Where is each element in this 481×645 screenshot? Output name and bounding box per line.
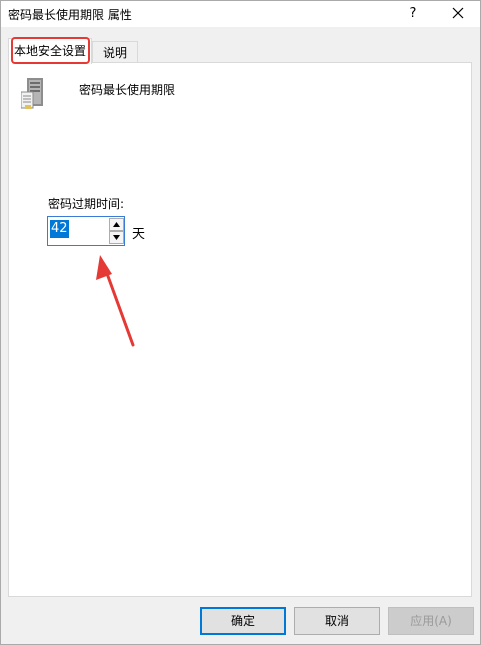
caret-up-icon: [113, 222, 120, 227]
cancel-button[interactable]: 取消: [294, 607, 380, 635]
server-icon: [21, 78, 43, 109]
caret-down-icon: [113, 235, 120, 240]
close-icon: [452, 7, 464, 19]
tab-explain[interactable]: 说明: [92, 41, 138, 63]
title-bar: 密码最长使用期限 属性 ?: [1, 1, 480, 27]
help-button[interactable]: ?: [399, 3, 427, 25]
expire-unit-label: 天: [132, 227, 146, 242]
spin-down-button[interactable]: [109, 231, 124, 244]
expire-days-label: 密码过期时间:: [48, 197, 125, 211]
expire-days-spinbox[interactable]: 42: [47, 216, 125, 246]
window-title: 密码最长使用期限 属性: [8, 8, 132, 22]
close-button[interactable]: [444, 3, 472, 25]
spin-buttons: [109, 217, 124, 245]
ok-button[interactable]: 确定: [200, 607, 286, 635]
properties-dialog: 密码最长使用期限 属性 ? 本地安全设置 说明 密码最长使用期限 密码过期时间:: [0, 0, 481, 645]
annotation-highlight-box: [11, 37, 90, 64]
spin-up-button[interactable]: [109, 218, 124, 231]
policy-name: 密码最长使用期限: [79, 83, 176, 97]
expire-days-input[interactable]: 42: [50, 220, 69, 238]
apply-button[interactable]: 应用(A): [388, 607, 474, 635]
settings-panel: 密码最长使用期限 密码过期时间: 42 天: [8, 62, 472, 597]
